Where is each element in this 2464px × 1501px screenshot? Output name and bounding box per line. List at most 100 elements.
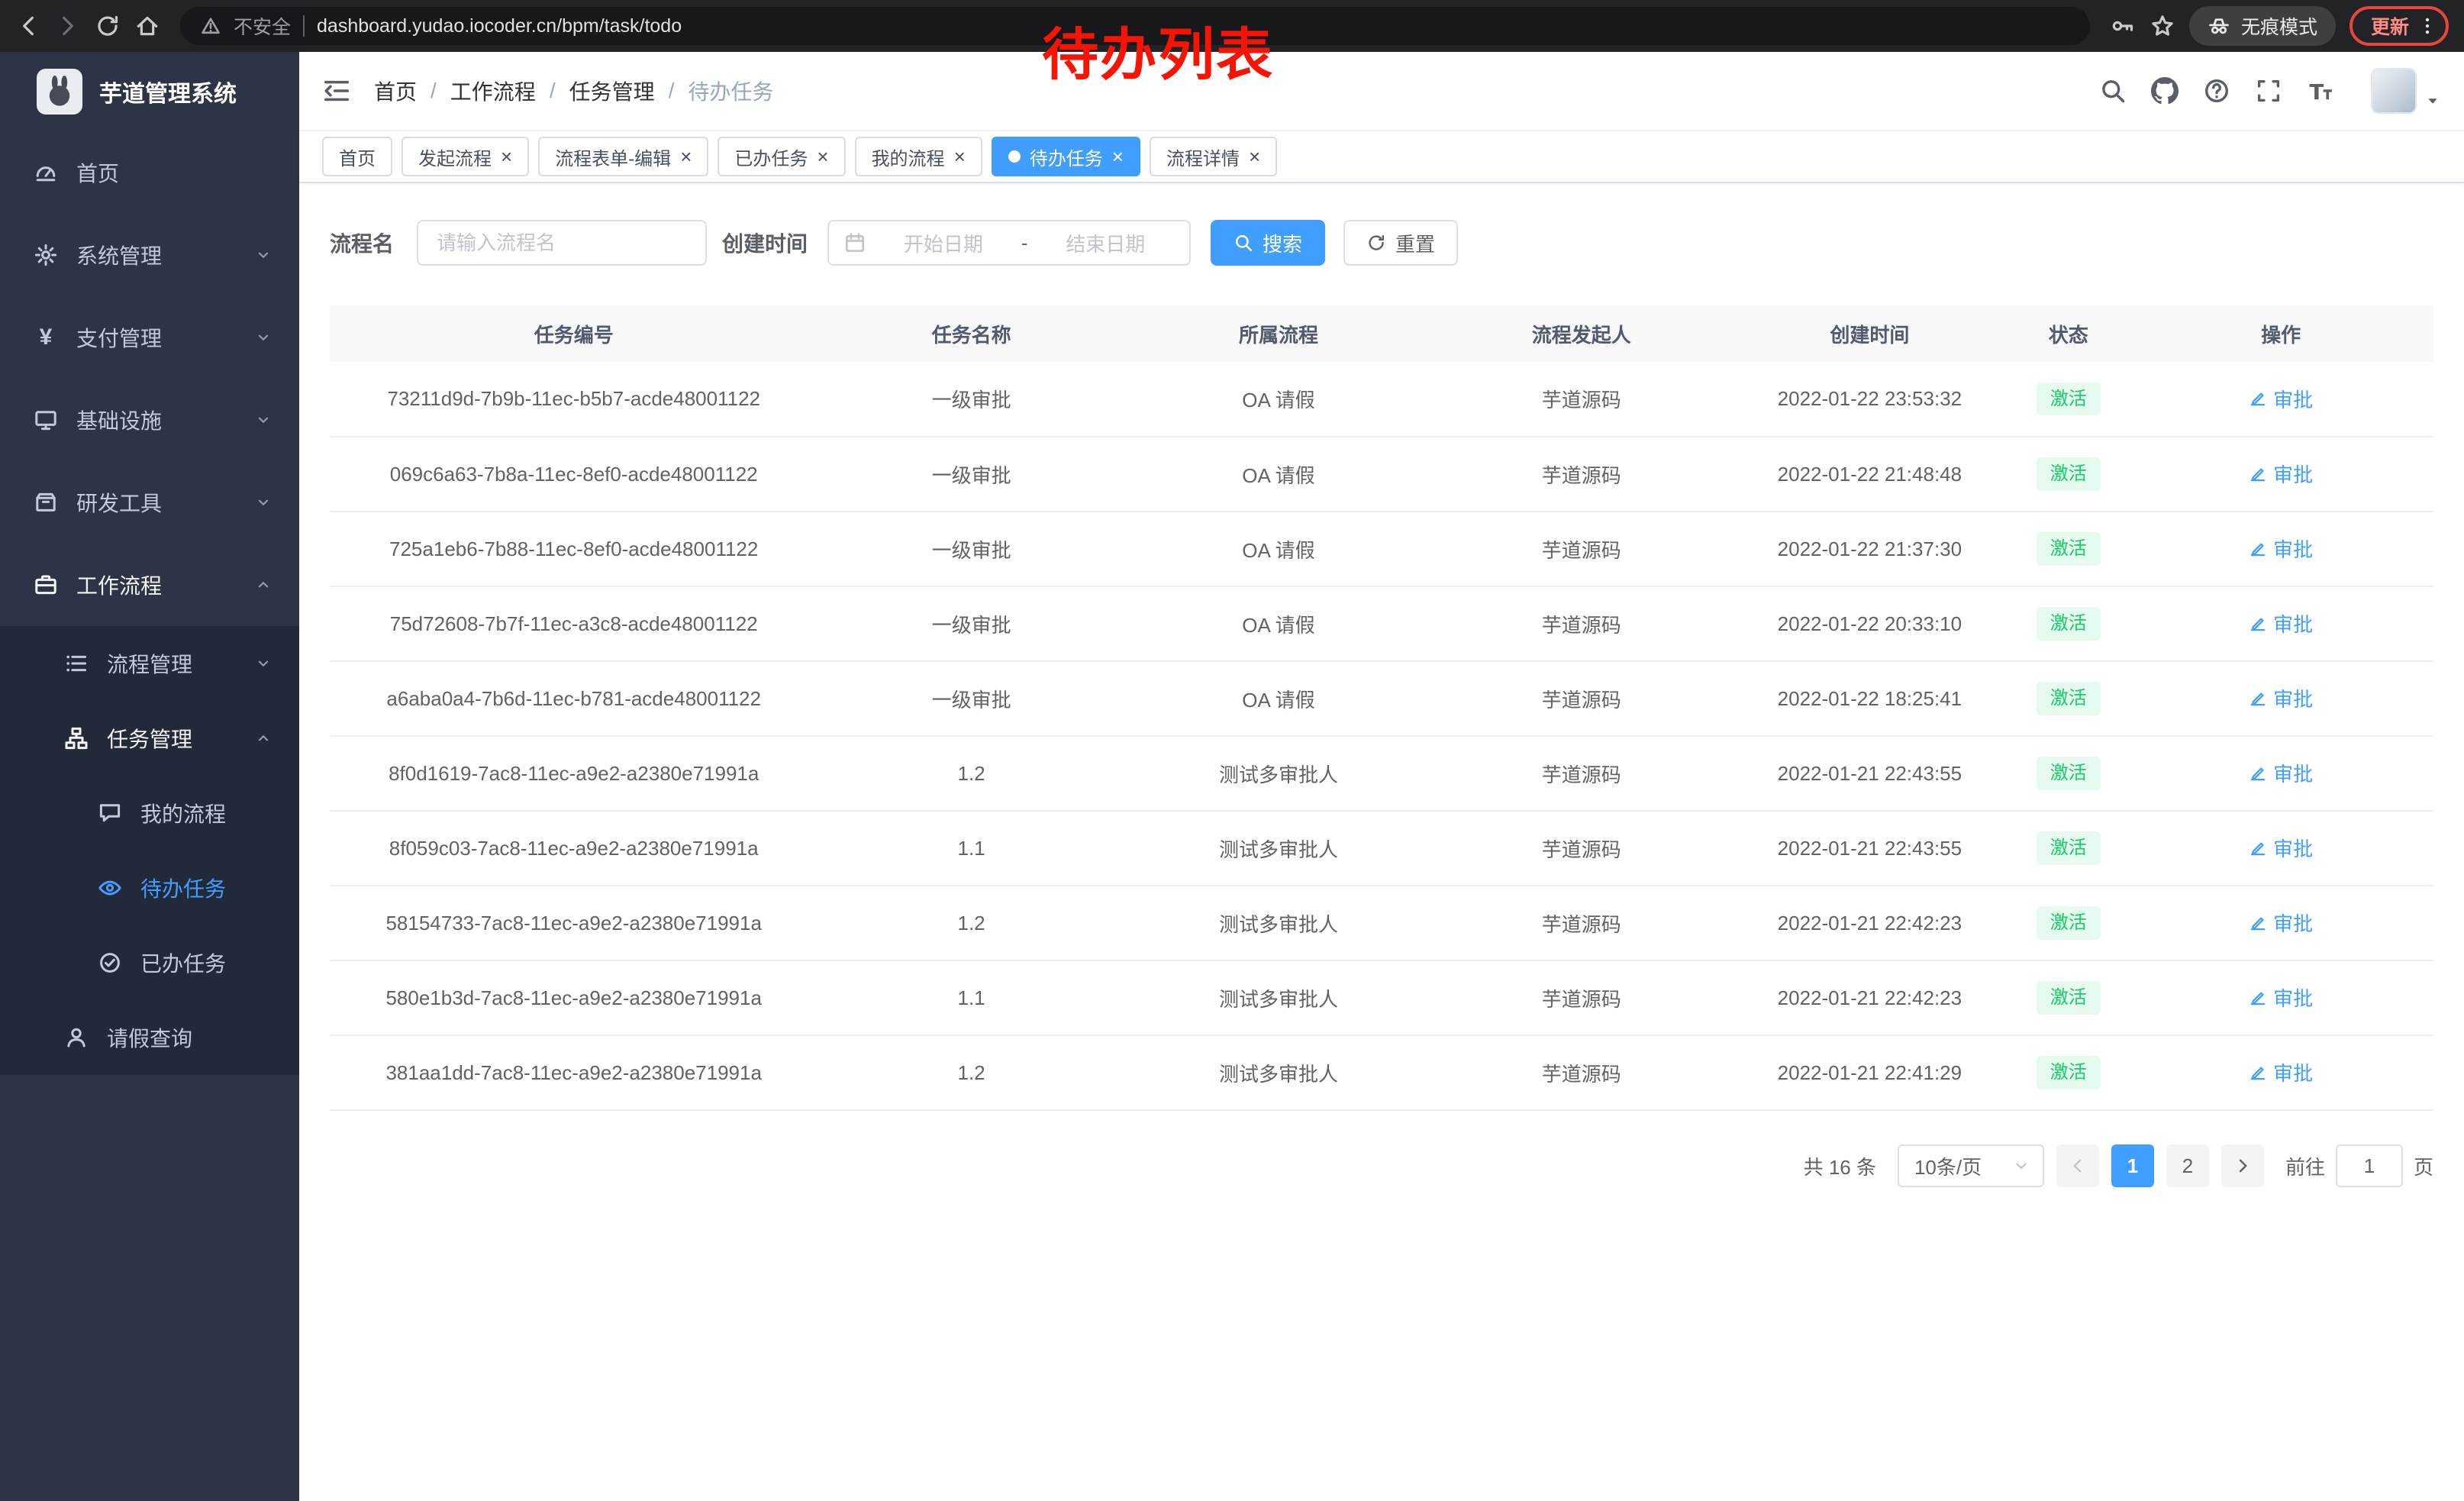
status-badge: 激活 — [2037, 831, 2101, 864]
goto-page-input[interactable] — [2336, 1144, 2403, 1187]
sidebar-item-label: 任务管理 — [107, 723, 192, 754]
tab-home[interactable]: 首页 — [322, 137, 392, 176]
menu-dots-icon — [2417, 15, 2438, 37]
cell-initiator: 芋道源码 — [1432, 437, 1730, 512]
sidebar: 芋道管理系统 首页系统管理¥支付管理基础设施研发工具工作流程流程管理任务管理我的… — [0, 52, 299, 1501]
cell-status: 激活 — [2008, 661, 2128, 736]
tab-process-detail[interactable]: 流程详情 × — [1150, 137, 1277, 176]
tab-todo-tasks[interactable]: 待办任务× — [992, 137, 1140, 176]
approve-button[interactable]: 审批 — [2249, 609, 2313, 638]
sidebar-item-label: 请假查询 — [107, 1022, 192, 1053]
incognito-badge: 无痕模式 — [2189, 6, 2336, 46]
sidebar-item-process-management[interactable]: 流程管理 — [0, 626, 299, 701]
search-button[interactable]: 搜索 — [1211, 220, 1325, 266]
prev-page-button[interactable] — [2056, 1144, 2099, 1187]
status-badge: 激活 — [2037, 383, 2101, 415]
approve-button[interactable]: 审批 — [2249, 983, 2313, 1012]
cell-name: 一级审批 — [818, 362, 1124, 437]
font-size-icon[interactable] — [2307, 77, 2334, 105]
sidebar-item-leave-query[interactable]: 请假查询 — [0, 1000, 299, 1075]
column-header: 流程发起人 — [1432, 305, 1730, 362]
cell-id: 381aa1dd-7ac8-11ec-a9e2-a2380e71991a — [330, 1035, 818, 1110]
tab-done-tasks[interactable]: 已办任务 × — [718, 137, 845, 176]
tab-label: 流程详情 — [1166, 144, 1240, 170]
cell-initiator: 芋道源码 — [1432, 661, 1730, 736]
sidebar-item-home[interactable]: 首页 — [0, 131, 299, 214]
collapse-sidebar-icon[interactable] — [322, 76, 351, 105]
sidebar-item-todo-tasks[interactable]: 待办任务 — [0, 851, 299, 925]
tab-close-icon[interactable]: × — [501, 147, 512, 166]
cell-status: 激活 — [2008, 960, 2128, 1035]
tab-close-icon[interactable]: × — [680, 147, 692, 166]
sidebar-item-infrastructure[interactable]: 基础设施 — [0, 379, 299, 461]
tab-process-form-edit[interactable]: 流程表单-编辑× — [538, 137, 708, 176]
sidebar-item-label: 待办任务 — [140, 873, 226, 903]
edit-icon — [2249, 1064, 2267, 1082]
cell-initiator: 芋道源码 — [1432, 512, 1730, 586]
approve-label: 审批 — [2273, 834, 2313, 862]
refresh-icon — [1366, 233, 1386, 253]
task-table: 任务编号任务名称所属流程流程发起人创建时间状态操作 73211d9d-7b9b-… — [330, 305, 2433, 1111]
cell-status: 激活 — [2008, 437, 2128, 512]
tab-close-icon[interactable]: × — [1249, 147, 1260, 166]
next-page-button[interactable] — [2221, 1144, 2264, 1187]
sidebar-item-workflow[interactable]: 工作流程 — [0, 544, 299, 626]
sidebar-item-dev-tools[interactable]: 研发工具 — [0, 461, 299, 544]
breadcrumb-item[interactable]: 工作流程 — [450, 76, 536, 106]
breadcrumb-item[interactable]: 任务管理 — [569, 76, 655, 106]
tab-close-icon[interactable]: × — [954, 147, 966, 166]
sidebar-item-task-management[interactable]: 任务管理 — [0, 701, 299, 776]
approve-button[interactable]: 审批 — [2249, 385, 2313, 413]
edit-icon — [2249, 615, 2267, 633]
annotation-text: 待办列表 — [1042, 9, 1274, 91]
tab-close-icon[interactable]: × — [1112, 147, 1124, 166]
tab-label: 已办任务 — [734, 144, 808, 170]
breadcrumb-item[interactable]: 首页 — [374, 76, 417, 106]
refresh-icon[interactable] — [95, 13, 121, 39]
process-name-input[interactable] — [417, 220, 707, 266]
back-icon[interactable] — [15, 13, 41, 39]
approve-button[interactable]: 审批 — [2249, 834, 2313, 862]
approve-button[interactable]: 审批 — [2249, 759, 2313, 787]
cell-status: 激活 — [2008, 512, 2128, 586]
update-menu-button[interactable]: 更新 — [2350, 6, 2449, 46]
star-icon[interactable] — [2150, 13, 2175, 39]
page-button-1[interactable]: 1 — [2111, 1144, 2154, 1187]
date-range-picker[interactable]: 开始日期 - 结束日期 — [827, 220, 1191, 266]
tabs-bar: 首页发起流程×流程表单-编辑×已办任务×我的流程×待办任务×流程详情× — [299, 131, 2464, 183]
cell-initiator: 芋道源码 — [1432, 886, 1730, 960]
status-badge: 激活 — [2037, 457, 2101, 490]
github-icon[interactable] — [2151, 77, 2179, 105]
approve-button[interactable]: 审批 — [2249, 460, 2313, 488]
approve-label: 审批 — [2273, 983, 2313, 1012]
tab-initiate-process[interactable]: 发起流程× — [402, 137, 529, 176]
home-icon[interactable] — [134, 13, 160, 39]
search-icon[interactable] — [2099, 77, 2127, 105]
forward-icon[interactable] — [55, 13, 81, 39]
reset-button[interactable]: 重置 — [1343, 220, 1458, 266]
page-button-2[interactable]: 2 — [2166, 1144, 2209, 1187]
chevron-down-icon — [255, 494, 272, 511]
page-size-select[interactable]: 10条/页 — [1898, 1144, 2044, 1187]
cell-action: 审批 — [2128, 1035, 2433, 1110]
approve-button[interactable]: 审批 — [2249, 534, 2313, 563]
cell-name: 1.2 — [818, 736, 1124, 811]
approve-button[interactable]: 审批 — [2249, 684, 2313, 712]
sidebar-item-system-management[interactable]: 系统管理 — [0, 214, 299, 296]
sidebar-item-label: 流程管理 — [107, 648, 192, 679]
cell-created: 2022-01-22 21:48:48 — [1730, 437, 2008, 512]
sidebar-item-payment-management[interactable]: ¥支付管理 — [0, 296, 299, 379]
app-logo[interactable]: 芋道管理系统 — [0, 52, 299, 131]
fullscreen-icon[interactable] — [2255, 77, 2282, 105]
approve-button[interactable]: 审批 — [2249, 909, 2313, 937]
sidebar-item-my-process[interactable]: 我的流程 — [0, 776, 299, 851]
user-menu[interactable] — [2371, 68, 2441, 114]
help-icon[interactable] — [2203, 77, 2230, 105]
tab-close-icon[interactable]: × — [817, 147, 828, 166]
tab-my-process[interactable]: 我的流程× — [855, 137, 982, 176]
approve-button[interactable]: 审批 — [2249, 1058, 2313, 1086]
cell-status: 激活 — [2008, 736, 2128, 811]
key-icon[interactable] — [2110, 13, 2136, 39]
sidebar-item-done-tasks[interactable]: 已办任务 — [0, 925, 299, 1000]
cell-process: OA 请假 — [1125, 512, 1432, 586]
